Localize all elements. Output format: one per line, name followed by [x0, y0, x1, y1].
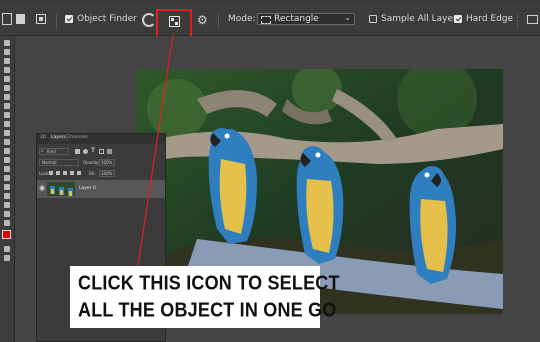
zoom-tool-icon[interactable] [4, 211, 10, 217]
eyedropper-tool-icon[interactable] [4, 85, 10, 91]
path-selection-tool-icon[interactable] [4, 184, 10, 190]
dodge-tool-icon[interactable] [4, 157, 10, 163]
filter-type-icon[interactable]: T [91, 147, 95, 154]
highlight-box [156, 9, 192, 39]
opacity-value: 100% [101, 160, 113, 165]
kind-label: Kind [47, 149, 56, 154]
screen-mode-icon[interactable] [4, 255, 10, 261]
marquee-tool-icon[interactable] [4, 49, 10, 55]
filter-adjustment-icon[interactable] [83, 149, 88, 154]
lock-artboard-icon[interactable] [70, 171, 74, 175]
tab-channels[interactable]: Channels [67, 135, 88, 140]
mode-dropdown[interactable]: Rectangle ⌄ [257, 13, 355, 25]
instruction-callout: CLICK THIS ICON TO SELECT ALL THE OBJECT… [70, 266, 339, 328]
lock-all-icon[interactable] [77, 171, 81, 175]
lock-image-icon[interactable] [56, 171, 60, 175]
fill-field[interactable]: 100% [99, 170, 115, 177]
options-bar: Object Finder ⚙ Mode: Rectangle ⌄ Sample… [0, 4, 540, 39]
blur-tool-icon[interactable] [4, 148, 10, 154]
pen-tool-icon[interactable] [4, 166, 10, 172]
new-selection-icon[interactable] [16, 14, 25, 24]
fill-label: Fill: [89, 171, 96, 176]
type-tool-icon[interactable] [4, 175, 10, 181]
object-finder-checkbox[interactable] [65, 15, 73, 23]
layer-name: Layer 0 [79, 186, 96, 191]
parrot-right [409, 166, 456, 284]
kind-dropdown[interactable]: ⌕ Kind [39, 148, 69, 155]
history-brush-tool-icon[interactable] [4, 121, 10, 127]
filter-pixel-icon[interactable] [75, 149, 80, 154]
separator [517, 14, 518, 28]
brush-tool-icon[interactable] [4, 103, 10, 109]
filter-shape-icon[interactable] [99, 149, 104, 154]
select-subject-tool-icon[interactable] [2, 13, 12, 25]
refresh-icon[interactable] [142, 13, 156, 27]
separator [56, 14, 57, 28]
search-icon: ⌕ [41, 148, 44, 154]
chevron-down-icon: ⌄ [344, 13, 351, 22]
blend-mode-dropdown[interactable]: Normal [39, 159, 79, 166]
callout-line-1: CLICK THIS ICON TO SELECT [78, 271, 340, 294]
lock-label: Lock: [39, 171, 50, 176]
healing-brush-tool-icon[interactable] [4, 94, 10, 100]
clone-stamp-tool-icon[interactable] [4, 112, 10, 118]
mode-label: Mode: [228, 14, 256, 24]
kind-filter-row: ⌕ Kind T [39, 147, 163, 155]
lasso-tool-icon[interactable] [4, 58, 10, 64]
eye-icon[interactable]: ◉ [39, 184, 45, 192]
sample-all-layers-checkbox[interactable] [369, 15, 377, 23]
quick-mask-icon[interactable] [4, 246, 10, 252]
gradient-tool-icon[interactable] [4, 139, 10, 145]
eraser-tool-icon[interactable] [4, 130, 10, 136]
add-to-selection-icon[interactable] [36, 14, 46, 24]
opacity-field[interactable]: 100% [99, 159, 115, 166]
blend-mode-value: Normal [42, 160, 57, 165]
filter-smart-object-icon[interactable] [107, 149, 112, 154]
move-tool-icon[interactable] [4, 40, 10, 46]
object-finder-label: Object Finder [77, 14, 137, 24]
separator [218, 14, 219, 28]
foreground-color-swatch[interactable] [2, 230, 11, 239]
edit-toolbar-icon[interactable] [4, 220, 10, 226]
lock-position-icon[interactable] [63, 171, 67, 175]
hand-tool-icon[interactable] [4, 202, 10, 208]
sample-all-layers-label: Sample All Layers [381, 14, 462, 24]
mode-dropdown-value: Rectangle [274, 14, 319, 24]
gear-icon[interactable]: ⚙ [197, 14, 208, 26]
layer-thumbnail [47, 182, 75, 196]
fill-value: 100% [101, 171, 113, 176]
opacity-label: Opacity: [83, 160, 100, 165]
callout-line-2: ALL THE OBJECT IN ONE GO [78, 298, 337, 321]
tools-panel [0, 36, 15, 342]
quick-selection-tool-icon[interactable] [4, 67, 10, 73]
hard-edge-checkbox[interactable] [454, 15, 462, 23]
panel-tab-bar: 3D Layers Channels [37, 134, 165, 144]
shape-tool-icon[interactable] [4, 193, 10, 199]
select-and-mask-icon[interactable] [527, 15, 538, 24]
tab-layers[interactable]: Layers [49, 134, 68, 141]
tab-3d[interactable]: 3D [40, 135, 46, 140]
crop-tool-icon[interactable] [4, 76, 10, 82]
lock-transparent-icon[interactable] [49, 171, 53, 175]
hard-edge-label: Hard Edge [466, 14, 514, 24]
layer-row[interactable]: ◉ Layer 0 [37, 180, 165, 198]
